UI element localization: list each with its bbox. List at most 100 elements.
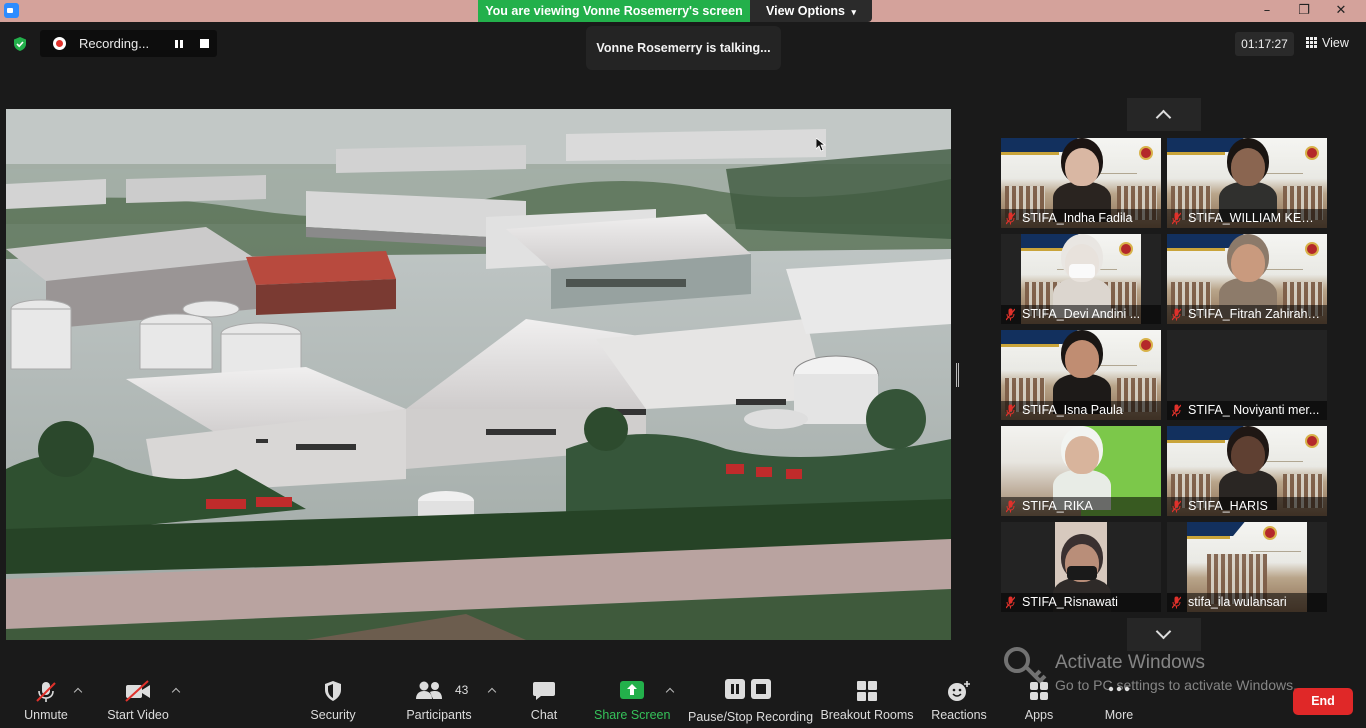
participant-tile[interactable]: STIFA_WILLIAM KEVIN... [1167,138,1327,228]
microphone-muted-icon [1006,596,1015,609]
zoom-logo-icon [4,3,19,18]
participant-name: STIFA_Risnawati [1022,595,1118,609]
window-titlebar: You are viewing Vonne Rosemerry's screen… [0,0,1366,22]
microphone-muted-icon [1172,596,1181,609]
video-off-icon [125,680,150,702]
participant-tile[interactable]: STIFA_Risnawati [1001,522,1161,612]
participant-name: STIFA_Indha Fadila [1022,211,1133,225]
participant-name: STIFA_Devi Andini ... [1022,307,1141,321]
recording-dot-icon [53,37,66,50]
start-video-button[interactable]: Start Video [103,668,173,728]
participant-name: stifa_ila wulansari [1188,595,1287,609]
breakout-rooms-icon [857,681,877,701]
participant-tile[interactable]: STIFA_HARIS [1167,426,1327,516]
pause-stop-recording-icon [725,679,771,699]
participant-tile[interactable]: STIFA_Devi Andini ... [1001,234,1161,324]
gallery-page-up-button[interactable] [1127,98,1201,131]
microphone-muted-icon [1172,212,1181,225]
microphone-muted-icon [1006,308,1015,321]
stop-recording-icon[interactable] [200,39,209,48]
participant-name-bar: STIFA_HARIS [1167,497,1327,516]
participant-tile[interactable]: STIFA_RIKA [1001,426,1161,516]
participants-button[interactable]: 43 Participants [404,668,474,728]
active-speaker-toast: Vonne Rosemerry is talking... [586,26,781,70]
view-options-button[interactable]: View Options ▾ [750,0,872,22]
pause-stop-recording-label: Pause/Stop Recording [688,710,814,724]
unmute-button[interactable]: Unmute [17,668,75,728]
panel-resize-handle[interactable] [956,363,959,387]
participant-tile[interactable]: STIFA_Fitrah Zahirah.K... [1167,234,1327,324]
participants-options-caret-icon[interactable] [487,687,497,697]
share-screen-icon [620,681,644,699]
shared-screen-view[interactable] [6,109,951,640]
microphone-muted-icon [36,682,56,702]
security-label: Security [310,708,356,722]
viewing-screen-banner: You are viewing Vonne Rosemerry's screen [478,0,750,22]
chat-label: Chat [530,708,558,722]
participant-name: STIFA_WILLIAM KEVIN... [1188,211,1322,225]
chevron-up-icon [1155,109,1172,126]
reactions-label: Reactions [931,708,987,722]
pause-stop-recording-button[interactable]: Pause/Stop Recording [688,668,814,728]
microphone-muted-icon [1006,500,1015,513]
participant-name: STIFA_ Noviyanti mer... [1188,403,1320,417]
participants-icon [415,681,442,699]
close-window-button[interactable]: ✕ [1324,0,1358,22]
participant-name-bar: STIFA_Risnawati [1001,593,1161,612]
participant-name: STIFA_RIKA [1022,499,1093,513]
windows-key-watermark-icon [1004,647,1047,688]
audio-options-caret-icon[interactable] [73,687,83,697]
participant-name-bar: STIFA_Indha Fadila [1001,209,1161,228]
participants-label: Participants [406,708,472,722]
shared-screen-image [6,109,951,640]
participant-tile[interactable]: STIFA_ Noviyanti mer... [1167,330,1327,420]
breakout-rooms-button[interactable]: Breakout Rooms [820,668,914,728]
participant-tile[interactable]: STIFA_Indha Fadila [1001,138,1161,228]
view-options-label: View Options [766,4,845,18]
participant-name-bar: STIFA_RIKA [1001,497,1161,516]
participant-name: STIFA_HARIS [1188,499,1268,513]
participant-name: STIFA_Isna Paula [1022,403,1123,417]
share-screen-button[interactable]: Share Screen [594,668,670,728]
chevron-down-icon [1155,623,1172,640]
reactions-button[interactable]: Reactions [928,668,990,728]
view-layout-label: View [1322,36,1349,50]
start-video-label: Start Video [107,708,169,722]
apps-label: Apps [1024,708,1054,722]
unmute-label: Unmute [24,708,68,722]
encryption-shield-icon[interactable] [12,36,28,52]
meeting-timer: 01:17:27 [1235,32,1294,56]
participant-name-bar: STIFA_Fitrah Zahirah.K... [1167,305,1327,324]
recording-indicator: Recording... [40,30,217,57]
microphone-muted-icon [1172,500,1181,513]
grid-view-icon [1306,37,1317,48]
chat-button[interactable]: Chat [519,668,569,728]
microphone-muted-icon [1172,404,1181,417]
maximize-button[interactable]: ❐ [1287,0,1321,22]
more-label: More [1104,708,1134,722]
end-meeting-button[interactable]: End [1293,688,1353,715]
gallery-page-down-button[interactable] [1127,618,1201,651]
participant-name-bar: STIFA_Devi Andini ... [1001,305,1161,324]
breakout-rooms-label: Breakout Rooms [820,708,914,722]
participants-count: 43 [455,683,469,697]
participant-name-bar: stifa_ila wulansari [1167,593,1327,612]
video-options-caret-icon[interactable] [171,687,181,697]
minimize-button[interactable]: – [1250,0,1284,22]
security-button[interactable]: Security [303,668,363,728]
participant-name-bar: STIFA_Isna Paula [1001,401,1161,420]
reactions-smiley-icon [948,681,970,701]
pause-recording-icon[interactable] [173,38,185,49]
chevron-down-icon: ▾ [851,7,856,17]
share-screen-label: Share Screen [594,708,671,722]
participant-tile[interactable]: stifa_ila wulansari [1167,522,1327,612]
activate-windows-title: Activate Windows [1055,652,1205,673]
remote-cursor-icon [816,138,826,152]
microphone-muted-icon [1006,404,1015,417]
security-shield-icon [325,681,341,701]
participant-tile[interactable]: STIFA_Isna Paula [1001,330,1161,420]
microphone-muted-icon [1006,212,1015,225]
participant-name-bar: STIFA_ Noviyanti mer... [1167,401,1327,420]
participant-name-bar: STIFA_WILLIAM KEVIN... [1167,209,1327,228]
view-layout-button[interactable]: View [1306,32,1360,54]
